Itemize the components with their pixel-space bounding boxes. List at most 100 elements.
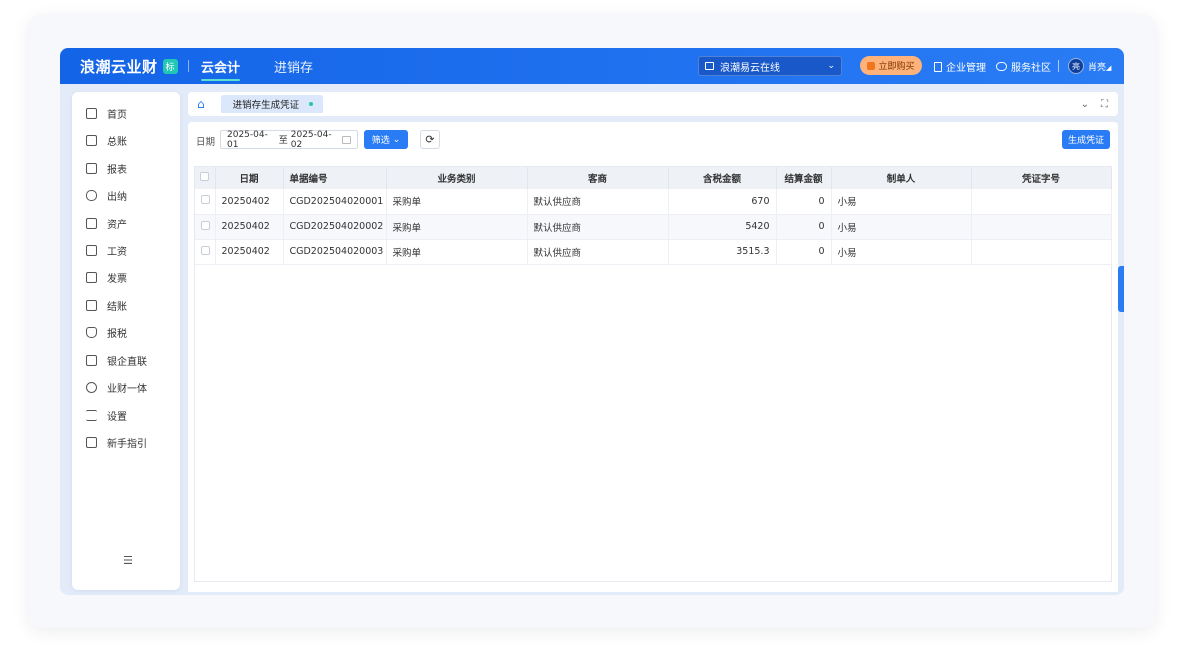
header-divider (188, 60, 190, 72)
top-header: 浪潮云业财 标 云会计 进销存 浪潮易云在线 ⌄ 立即购买 企业管理 服务社区 … (60, 48, 1124, 84)
side-drawer-handle[interactable] (1118, 266, 1124, 312)
calendar-icon (342, 135, 351, 144)
sliders-icon (86, 409, 97, 421)
cell-settled-amount: 0 (776, 214, 832, 240)
select-all-checkbox[interactable] (200, 172, 210, 181)
cell-tax-amount: 3515.3 (668, 239, 777, 265)
row-select-cell[interactable] (195, 214, 216, 240)
sidebar-item-payroll[interactable]: 工资 (86, 241, 127, 259)
filter-button[interactable]: 筛选 ⌄ (364, 130, 408, 149)
cell-doc-no[interactable]: CGD202504020002 (283, 214, 387, 240)
data-grid: 日期 单据编号 业务类别 客商 含税金额 结算金额 制单人 凭证字号 20250… (194, 166, 1112, 582)
row-select-cell[interactable] (195, 189, 216, 215)
collapse-menu-icon[interactable]: ☰ (123, 554, 133, 567)
sidebar-item-label: 发票 (107, 273, 127, 285)
service-community-link[interactable]: 服务社区 (996, 59, 1051, 74)
col-tax-amount: 含税金额 (668, 167, 777, 189)
ledger-icon (86, 134, 97, 146)
brand-logo[interactable]: 浪潮云业财 标 (80, 56, 179, 77)
header-divider-2 (1058, 60, 1059, 72)
org-select[interactable]: 浪潮易云在线 ⌄ (698, 56, 842, 76)
sidebar-item-settings[interactable]: 设置 (86, 406, 127, 424)
brand-name: 浪潮云业财 (80, 57, 158, 76)
user-name[interactable]: 肖亮◢ (1088, 60, 1111, 73)
row-checkbox[interactable] (201, 245, 210, 255)
cell-creator: 小易 (831, 189, 972, 215)
filter-label: 筛选 (371, 136, 390, 146)
sidebar-item-ledger[interactable]: 总账 (86, 131, 127, 149)
refresh-icon: ⟳ (425, 133, 435, 146)
col-business-type: 业务类别 (386, 167, 528, 189)
sidebar-item-label: 设置 (107, 411, 127, 423)
row-checkbox[interactable] (201, 195, 210, 205)
cell-business-type: 采购单 (386, 189, 528, 215)
invoice-icon (86, 271, 97, 283)
sidebar-item-label: 业财一体 (107, 383, 147, 395)
cell-doc-no[interactable]: CGD202504020001 (283, 189, 387, 215)
col-creator: 制单人 (831, 167, 972, 189)
service-community-label: 服务社区 (1011, 63, 1051, 74)
sidebar-item-label: 新手指引 (107, 438, 147, 450)
org-icon (705, 62, 714, 70)
filter-toolbar: 日期 2025-04-01 至 2025-04-02 筛选 ⌄ ⟳ 生成凭证 (188, 122, 1118, 156)
cell-date: 20250402 (215, 189, 284, 215)
sidebar-item-tax[interactable]: 报税 (86, 323, 127, 341)
chat-icon (996, 62, 1007, 71)
sidebar-item-cashier[interactable]: 出纳 (86, 186, 127, 204)
tab-tools: ⌄ ⛶ (1081, 99, 1108, 110)
cell-business-type: 采购单 (386, 239, 528, 265)
date-range-picker[interactable]: 2025-04-01 至 2025-04-02 (220, 130, 358, 150)
sidebar-item-label: 资产 (107, 219, 127, 231)
sidebar-item-home[interactable]: 首页 (86, 104, 127, 122)
cell-tax-amount: 5420 (668, 214, 777, 240)
nav-inventory[interactable]: 进销存 (274, 57, 313, 76)
shopping-bag-icon (867, 61, 876, 70)
row-checkbox[interactable] (201, 220, 210, 230)
nav-cloud-accounting[interactable]: 云会计 (201, 57, 241, 81)
table-row[interactable]: 20250402 CGD202504020001 采购单 默认供应商 670 0… (195, 189, 1112, 215)
fullscreen-icon[interactable]: ⛶ (1101, 99, 1108, 110)
sidebar-item-bank-link[interactable]: 银企直联 (86, 351, 147, 369)
cell-business-type: 采购单 (386, 214, 528, 240)
chevron-down-icon: ⌄ (392, 134, 401, 145)
sidebar-item-label: 报表 (107, 164, 127, 176)
home-icon[interactable]: ⌂ (197, 97, 205, 111)
col-voucher-no: 凭证字号 (971, 167, 1112, 189)
app-shell: 浪潮云业财 标 云会计 进销存 浪潮易云在线 ⌄ 立即购买 企业管理 服务社区 … (60, 48, 1124, 595)
sidebar-item-invoices[interactable]: 发票 (86, 268, 127, 286)
house-icon (86, 217, 97, 229)
caret-down-icon: ◢ (1106, 64, 1112, 72)
cell-tax-amount: 670 (668, 189, 777, 215)
chevron-down-icon: ⌄ (827, 61, 835, 71)
cell-doc-no[interactable]: CGD202504020003 (283, 239, 387, 265)
table-row[interactable]: 20250402 CGD202504020002 采购单 默认供应商 5420 … (195, 214, 1112, 240)
home-icon (86, 107, 97, 119)
avatar[interactable]: 亮 (1068, 58, 1084, 74)
cell-voucher-no (971, 214, 1112, 240)
generate-voucher-button[interactable]: 生成凭证 (1062, 130, 1110, 149)
sidebar-item-business-finance[interactable]: 业财一体 (86, 378, 147, 396)
select-all-cell[interactable] (195, 167, 216, 189)
buy-now-label: 立即购买 (878, 62, 915, 72)
sidebar-item-guide[interactable]: 新手指引 (86, 433, 147, 451)
user-name-label: 肖亮 (1088, 63, 1107, 73)
table-panel: 日期 单据编号 业务类别 客商 含税金额 结算金额 制单人 凭证字号 20250… (188, 156, 1118, 592)
row-select-cell[interactable] (195, 239, 216, 265)
buy-now-button[interactable]: 立即购买 (860, 56, 922, 75)
cell-date: 20250402 (215, 214, 284, 240)
refresh-button[interactable]: ⟳ (420, 130, 440, 149)
sidebar-item-label: 报税 (107, 328, 127, 340)
sidebar-item-reports[interactable]: 报表 (86, 159, 127, 177)
cell-creator: 小易 (831, 214, 972, 240)
sidebar-item-assets[interactable]: 资产 (86, 214, 127, 232)
cell-creator: 小易 (831, 239, 972, 265)
double-chevron-down-icon[interactable]: ⌄ (1081, 99, 1089, 110)
table-row[interactable]: 20250402 CGD202504020003 采购单 默认供应商 3515.… (195, 239, 1112, 265)
building-icon (934, 61, 942, 72)
tab-generate-voucher[interactable]: 进销存生成凭证 (220, 95, 324, 113)
enterprise-management-label: 企业管理 (946, 63, 986, 74)
sync-icon (86, 381, 97, 393)
col-doc-no: 单据编号 (283, 167, 387, 189)
sidebar-item-closing[interactable]: 结账 (86, 296, 127, 314)
enterprise-management-link[interactable]: 企业管理 (934, 59, 986, 74)
